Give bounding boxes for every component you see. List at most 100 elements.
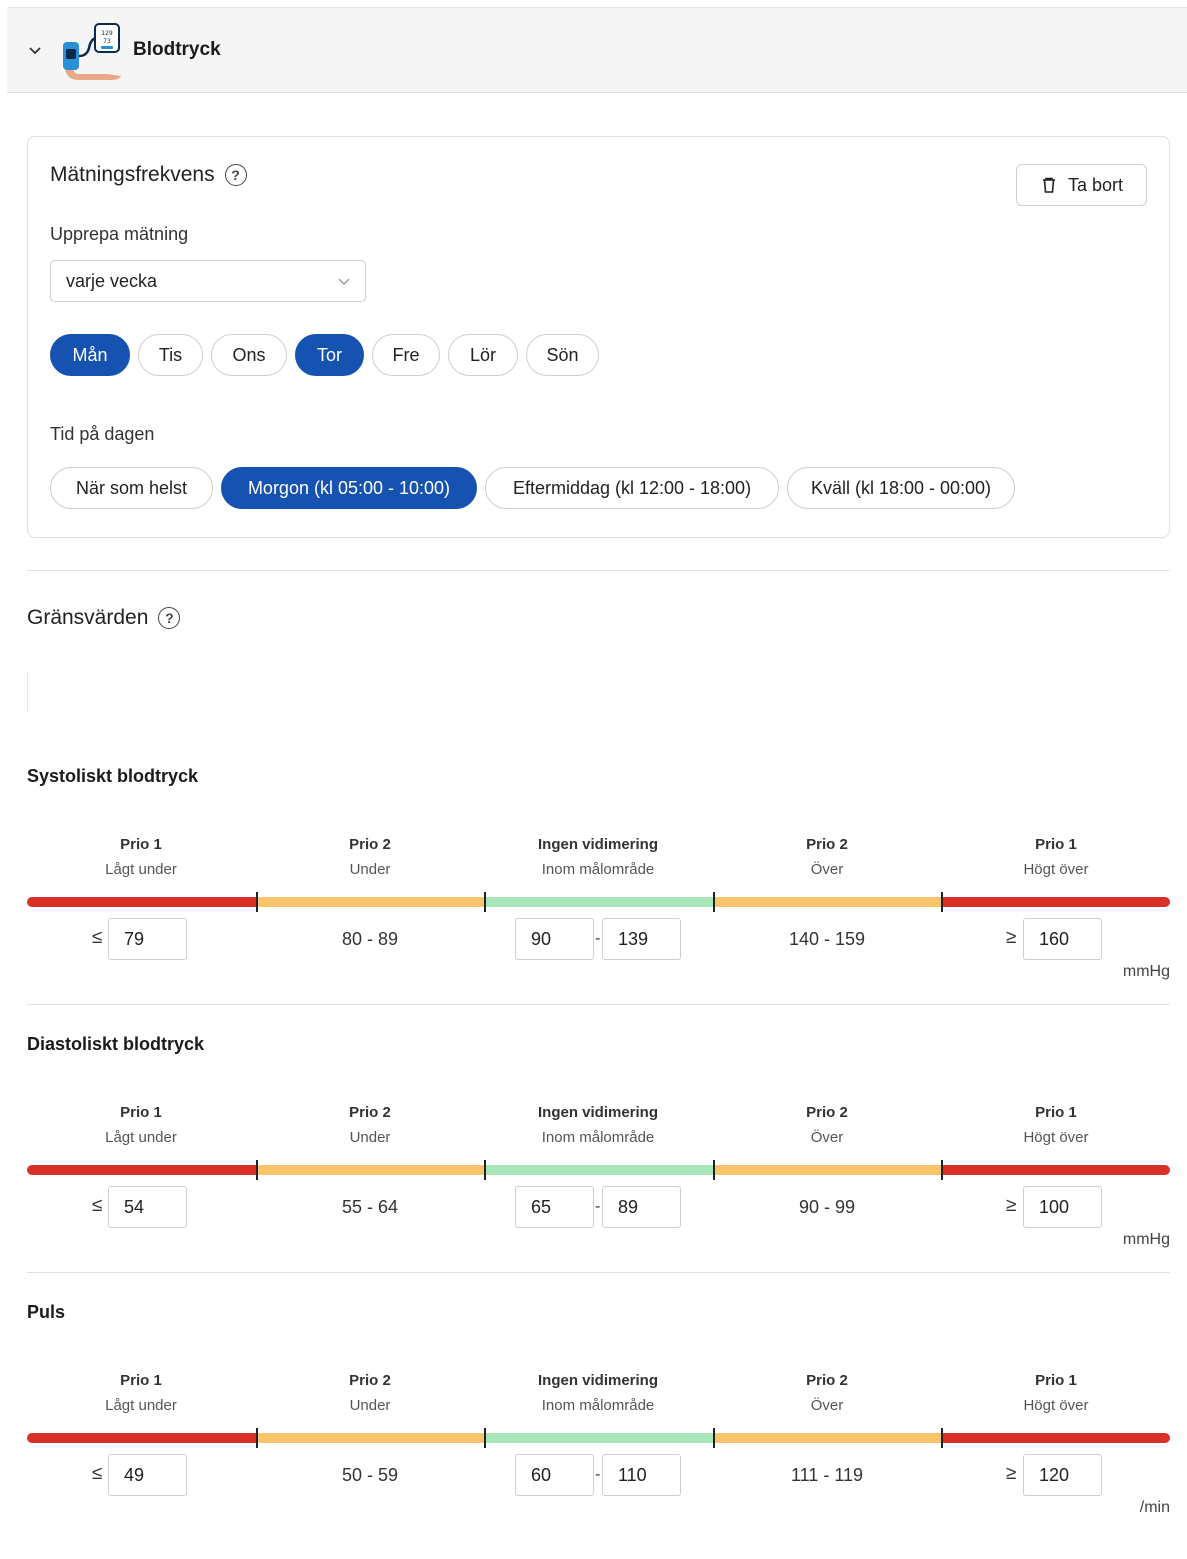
repeat-select[interactable]: varje vecka <box>50 260 366 302</box>
day-chip-sat[interactable]: Lör <box>448 334 518 376</box>
time-chip-evening[interactable]: Kväll (kl 18:00 - 00:00) <box>787 467 1015 509</box>
time-chip-anytime[interactable]: När som helst <box>50 467 213 509</box>
zone-prio: Prio 2 <box>349 1104 391 1121</box>
zone-header: Prio 1 Högt över <box>942 836 1170 878</box>
help-icon[interactable]: ? <box>224 164 247 186</box>
prio2-high-segment <box>713 1433 941 1443</box>
systolic-over-range: 140 - 159 <box>788 929 866 949</box>
range-tick <box>713 892 715 912</box>
divider <box>27 1272 1170 1273</box>
prio2-low-segment <box>256 1165 484 1175</box>
page-title: Blodtryck <box>133 39 221 60</box>
device-screen-line-2: 73 <box>103 38 111 45</box>
diastolic-low-max-input[interactable]: 54 <box>108 1186 187 1228</box>
zone-desc: Över <box>810 1129 844 1146</box>
time-chip-afternoon[interactable]: Eftermiddag (kl 12:00 - 18:00) <box>485 467 779 509</box>
ge-symbol: ≥ <box>1006 1463 1017 1484</box>
day-chip-sun[interactable]: Sön <box>526 334 599 376</box>
prio2-low-segment <box>256 1433 484 1443</box>
divider <box>27 570 1170 571</box>
zone-desc: Högt över <box>1023 861 1089 878</box>
help-icon[interactable]: ? <box>158 607 181 629</box>
target-segment <box>484 1433 713 1443</box>
range-bar <box>27 1160 1170 1180</box>
pulse-target-min-input[interactable]: 60 <box>515 1454 594 1496</box>
zone-desc: Lågt under <box>105 861 177 878</box>
zone-prio: Prio 2 <box>806 1104 848 1121</box>
prio1-low-segment <box>27 1165 256 1175</box>
range-tick <box>256 1428 258 1448</box>
range-dash: - <box>595 1466 601 1483</box>
day-chip-mon[interactable]: Mån <box>50 334 130 376</box>
zone-prio: Prio 2 <box>806 836 848 853</box>
day-chip-thu[interactable]: Tor <box>295 334 364 376</box>
zone-desc: Under <box>349 1129 391 1146</box>
time-chip-morning[interactable]: Morgon (kl 05:00 - 10:00) <box>221 467 477 509</box>
systolic-title: Systoliskt blodtryck <box>27 766 199 786</box>
prio1-high-segment <box>941 1433 1170 1443</box>
systolic-target-min-input[interactable]: 90 <box>515 918 594 960</box>
zone-header: Prio 2 Under <box>256 1104 484 1146</box>
zone-prio: Prio 2 <box>349 836 391 853</box>
zone-header: Prio 2 Under <box>256 836 484 878</box>
section-header[interactable]: 129 73 Blodtryck <box>7 7 1187 93</box>
prio1-low-segment <box>27 897 256 907</box>
delete-label: Ta bort <box>1067 174 1124 195</box>
range-tick <box>256 1160 258 1180</box>
time-chips: När som helst Morgon (kl 05:00 - 10:00) … <box>50 467 1015 509</box>
zone-header: Prio 2 Över <box>713 1372 941 1414</box>
frequency-card: Mätningsfrekvens ? Ta bort Upprepa mätni… <box>27 136 1170 538</box>
range-dash: - <box>595 1198 601 1215</box>
systolic-target-max-input[interactable]: 139 <box>602 918 681 960</box>
repeat-label: Upprepa mätning <box>50 224 189 244</box>
systolic-unit: mmHg <box>1122 963 1170 980</box>
pulse-high-min-input[interactable]: 120 <box>1023 1454 1102 1496</box>
zone-prio: Prio 2 <box>806 1372 848 1389</box>
zone-desc: Högt över <box>1023 1129 1089 1146</box>
blood-pressure-device-icon: 129 73 <box>63 23 121 80</box>
day-chip-wed[interactable]: Ons <box>211 334 287 376</box>
range-tick <box>941 1160 943 1180</box>
pulse-low-max-input[interactable]: 49 <box>108 1454 187 1496</box>
zone-prio: Prio 1 <box>1035 1104 1077 1121</box>
diastolic-high-min-input[interactable]: 100 <box>1023 1186 1102 1228</box>
target-segment <box>484 897 713 907</box>
zone-prio: Prio 1 <box>120 1104 162 1121</box>
zone-prio: Ingen vidimering <box>537 1104 658 1121</box>
zone-header: Prio 2 Över <box>713 836 941 878</box>
diastolic-target-max-input[interactable]: 89 <box>602 1186 681 1228</box>
trash-icon <box>1042 177 1055 193</box>
frequency-title: Mätningsfrekvens ? <box>50 163 247 187</box>
diastolic-target-min-input[interactable]: 65 <box>515 1186 594 1228</box>
range-tick <box>256 892 258 912</box>
device-screen-line-1: 129 <box>101 30 113 37</box>
chevron-down-icon[interactable] <box>27 42 43 58</box>
diastolic-over-range: 90 - 99 <box>798 1197 856 1217</box>
chevron-down-icon <box>338 278 350 285</box>
zone-desc: Över <box>810 861 844 878</box>
systolic-low-max-input[interactable]: 79 <box>108 918 187 960</box>
decorative-line <box>27 673 28 711</box>
pulse-target-max-input[interactable]: 110 <box>602 1454 681 1496</box>
systolic-under-range: 80 - 89 <box>341 929 399 949</box>
pulse-over-range: 111 - 119 <box>790 1465 864 1485</box>
divider <box>27 1004 1170 1005</box>
zone-header: Prio 1 Högt över <box>942 1104 1170 1146</box>
systolic-high-min-input[interactable]: 160 <box>1023 918 1102 960</box>
le-symbol: ≤ <box>92 927 103 948</box>
zone-desc: Högt över <box>1023 1397 1089 1414</box>
day-chip-tue[interactable]: Tis <box>138 334 203 376</box>
frequency-title-text: Mätningsfrekvens <box>50 163 215 186</box>
prio2-low-segment <box>256 897 484 907</box>
zone-desc: Över <box>810 1397 844 1414</box>
diastolic-title: Diastoliskt blodtryck <box>27 1034 205 1054</box>
range-tick <box>713 1428 715 1448</box>
zone-desc: Inom målområde <box>541 861 655 878</box>
zone-desc: Lågt under <box>105 1397 177 1414</box>
prio1-low-segment <box>27 1433 256 1443</box>
zone-header: Prio 1 Högt över <box>942 1372 1170 1414</box>
pulse-under-range: 50 - 59 <box>341 1465 399 1485</box>
zone-desc: Inom målområde <box>541 1397 655 1414</box>
delete-button[interactable]: Ta bort <box>1016 164 1147 206</box>
day-chip-fri[interactable]: Fre <box>372 334 440 376</box>
